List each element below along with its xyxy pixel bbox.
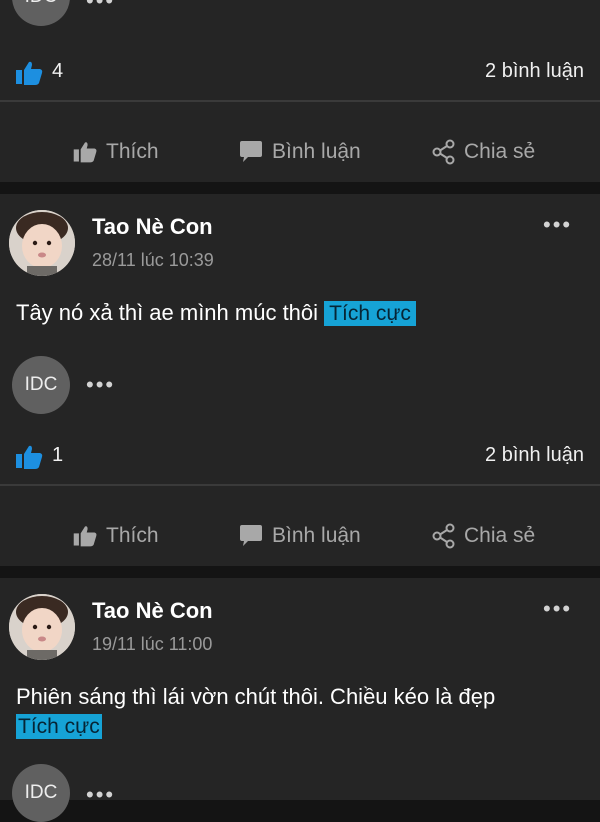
comment-button[interactable]: Bình luận — [238, 506, 361, 566]
divider — [0, 100, 600, 102]
more-dots-icon[interactable]: ••• — [543, 214, 572, 236]
comment-count-link[interactable]: 2 bình luận — [485, 60, 584, 83]
thumbs-up-icon — [16, 445, 43, 469]
author-avatar[interactable] — [9, 594, 75, 660]
speech-bubble-icon — [240, 525, 262, 546]
commenter-avatar[interactable]: IDC — [12, 356, 70, 414]
more-dots-icon[interactable]: ••• — [543, 598, 572, 620]
more-dots-icon[interactable]: ••• — [86, 0, 115, 12]
commenter-avatar[interactable]: IDC — [12, 764, 70, 822]
reaction-summary: 1 2 bình luận — [0, 438, 600, 478]
thumbs-up-icon — [16, 61, 43, 85]
avatar-initials: IDC — [25, 0, 58, 8]
author-name[interactable]: Tao Nè Con — [92, 214, 213, 240]
comment-count-link[interactable]: 2 bình luận — [485, 444, 584, 467]
post-text: Tây nó xả thì ae mình múc thôi Tích cực — [16, 298, 586, 328]
share-button[interactable]: Chia sẻ — [432, 506, 535, 566]
sentiment-tag: Tích cực — [16, 714, 102, 739]
divider — [0, 484, 600, 486]
child-photo-image — [9, 210, 75, 276]
like-label: Thích — [106, 524, 159, 547]
post-card: Tao Nè Con 19/11 lúc 11:00 ••• Phiên sán… — [0, 578, 600, 822]
post-body: Phiên sáng thì lái vờn chút thôi. Chiều … — [16, 684, 496, 709]
action-bar: Thích Bình luận Chia sẻ — [0, 506, 600, 566]
like-label: Thích — [106, 140, 159, 163]
like-count[interactable]: 1 — [52, 444, 63, 467]
post-card: Tao Nè Con 28/11 lúc 10:39 ••• Tây nó xả… — [0, 194, 600, 566]
reaction-summary: 4 2 bình luận — [0, 54, 600, 94]
thumbs-up-icon — [73, 142, 97, 163]
more-dots-icon[interactable]: ••• — [86, 374, 115, 396]
share-button[interactable]: Chia sẻ — [432, 122, 535, 182]
like-button[interactable]: Thích — [72, 506, 159, 566]
commenter-avatar[interactable]: IDC — [12, 0, 70, 26]
comment-label: Bình luận — [272, 524, 361, 547]
child-photo-image — [9, 594, 75, 660]
author-name[interactable]: Tao Nè Con — [92, 598, 213, 624]
avatar-initials: IDC — [24, 374, 58, 395]
share-icon — [432, 139, 455, 165]
post-timestamp: 19/11 lúc 11:00 — [92, 634, 213, 654]
comment-label: Bình luận — [272, 140, 361, 163]
more-dots-icon[interactable]: ••• — [86, 784, 115, 806]
speech-bubble-icon — [240, 141, 262, 162]
post-card: IDC ••• 4 2 bình luận Thích Bình luận — [0, 0, 600, 182]
share-label: Chia sẻ — [464, 140, 536, 163]
share-icon — [432, 523, 455, 549]
share-label: Chia sẻ — [464, 524, 536, 547]
like-count[interactable]: 4 — [52, 60, 63, 83]
author-avatar[interactable] — [9, 210, 75, 276]
like-button[interactable]: Thích — [72, 122, 159, 182]
comment-button[interactable]: Bình luận — [238, 122, 361, 182]
post-text: Phiên sáng thì lái vờn chút thôi. Chiều … — [16, 682, 586, 741]
sentiment-tag: Tích cực — [324, 301, 416, 326]
action-bar: Thích Bình luận Chia sẻ — [0, 122, 600, 182]
avatar-initials: IDC — [24, 782, 58, 803]
post-body: Tây nó xả thì ae mình múc thôi — [16, 300, 319, 325]
post-timestamp: 28/11 lúc 10:39 — [92, 250, 214, 270]
thumbs-up-icon — [73, 526, 97, 547]
